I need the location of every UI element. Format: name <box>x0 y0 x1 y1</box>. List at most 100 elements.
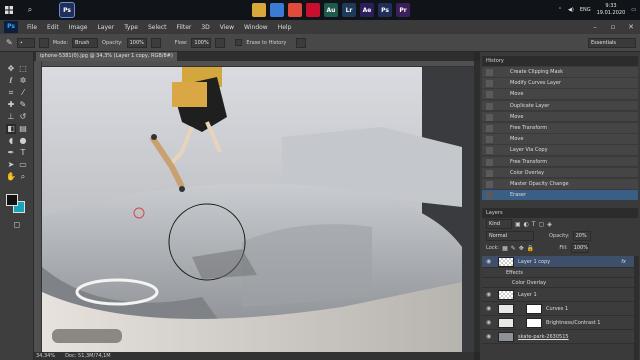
menu-file[interactable]: File <box>22 24 42 31</box>
shape-tool-icon[interactable]: ▭ <box>18 160 28 170</box>
history-item[interactable]: Master Opacity Change <box>482 179 638 190</box>
layer-effects-badge[interactable]: fx <box>621 259 626 265</box>
layer-thumbnail[interactable] <box>498 332 514 342</box>
brush-size-picker[interactable]: ∙ <box>16 37 35 48</box>
taskbar-app-opera-icon[interactable] <box>306 3 320 17</box>
layer-mask-thumbnail[interactable] <box>526 318 542 328</box>
history-item[interactable]: Move <box>482 134 638 145</box>
taskbar-app-ps2-icon[interactable]: Ps <box>378 3 392 17</box>
pen-tool-icon[interactable]: ✒ <box>6 148 16 158</box>
opacity-input[interactable]: 100% <box>126 37 147 48</box>
quick-mask-icon[interactable]: ◻ <box>12 220 22 230</box>
taskbar-app-aftereffects-icon[interactable]: Ae <box>360 3 374 17</box>
filter-pixel-icon[interactable]: ▣ <box>515 221 521 228</box>
layer-opacity-input[interactable]: 20% <box>572 231 591 241</box>
crop-tool-icon[interactable]: ⌗ <box>6 88 16 98</box>
menu-help[interactable]: Help <box>273 24 297 31</box>
flow-input[interactable]: 100% <box>191 37 212 48</box>
layer-thumbnail[interactable] <box>498 290 514 300</box>
eraser-tool-icon[interactable]: ◧ <box>6 124 16 134</box>
menu-view[interactable]: View <box>215 24 239 31</box>
layer-row[interactable]: ◉ Layer 1 copy fx <box>482 256 634 268</box>
history-brush-source-icon[interactable] <box>486 69 493 76</box>
dodge-tool-icon[interactable]: ● <box>18 136 28 146</box>
taskbar-app-explorer-icon[interactable] <box>270 3 284 17</box>
history-item[interactable]: Color Overlay <box>482 167 638 179</box>
layer-row[interactable]: ◉ skate-park-2630515 <box>482 330 634 344</box>
menu-type[interactable]: Type <box>119 24 143 31</box>
taskbar-app-lightroom-icon[interactable]: Lr <box>342 3 356 17</box>
history-brush-tool-icon[interactable]: ↺ <box>18 112 28 122</box>
clock[interactable]: 9:33 19.01.2020 <box>597 3 626 17</box>
history-item[interactable]: Duplicate Layer <box>482 100 638 112</box>
notification-icon[interactable]: ▭ <box>631 7 636 13</box>
menu-image[interactable]: Image <box>64 24 93 31</box>
layer-visibility-eye-icon[interactable]: ◉ <box>486 333 491 340</box>
menu-select[interactable]: Select <box>143 24 172 31</box>
history-brush-source-icon[interactable] <box>486 113 493 121</box>
lasso-tool-icon[interactable]: ℓ <box>6 76 16 86</box>
layer-filter-select[interactable]: Kind <box>486 219 512 229</box>
zoom-tool-icon[interactable]: ⌕ <box>18 172 28 182</box>
filter-type-icon[interactable]: T <box>532 221 536 228</box>
layer-thumbnail[interactable] <box>498 304 514 314</box>
quick-select-tool-icon[interactable]: ✲ <box>18 76 28 86</box>
foreground-color-swatch[interactable] <box>6 194 18 206</box>
history-item[interactable]: Layer Via Copy <box>482 145 638 157</box>
history-item[interactable]: Create Clipping Mask <box>482 67 638 78</box>
lock-paint-icon[interactable]: ✎ <box>511 245 516 252</box>
workspace-select[interactable]: Essentials <box>588 37 636 48</box>
history-brush-source-icon[interactable] <box>486 80 493 88</box>
document-tab[interactable]: iphone-5381(0).jpg @ 34,3% (Layer 1 copy… <box>36 52 177 61</box>
layer-mask-thumbnail[interactable] <box>526 304 542 314</box>
lock-move-icon[interactable]: ✥ <box>519 245 524 252</box>
path-select-tool-icon[interactable]: ➤ <box>6 160 16 170</box>
layer-row[interactable]: ◉ Curves 1 <box>482 302 634 316</box>
history-item[interactable]: Move <box>482 89 638 101</box>
history-brush-source-icon[interactable] <box>486 147 493 155</box>
blur-tool-icon[interactable]: ◖ <box>6 136 16 146</box>
layer-row[interactable]: Color Overlay <box>482 278 634 288</box>
taskbar-app-ps-icon[interactable]: Ps <box>59 2 75 18</box>
layer-thumbnail[interactable] <box>498 318 514 328</box>
vertical-ruler[interactable] <box>34 61 42 353</box>
mode-select[interactable]: Brush <box>72 37 99 48</box>
blend-mode-select[interactable]: Normal <box>486 231 534 241</box>
layer-visibility-eye-icon[interactable]: ◉ <box>486 291 491 298</box>
fill-input[interactable]: 100% <box>570 243 589 253</box>
pressure-opacity-button[interactable] <box>150 37 161 48</box>
taskbar-app-folder-icon[interactable] <box>252 3 266 17</box>
taskbar-app-premiere-icon[interactable]: Pr <box>396 3 410 17</box>
layer-row[interactable]: ◉ Layer 1 <box>482 288 634 302</box>
brush-panel-button[interactable] <box>38 37 49 48</box>
layer-thumbnail[interactable] <box>498 257 514 267</box>
filter-adjust-icon[interactable]: ◐ <box>524 221 529 228</box>
brush-tool-icon[interactable]: ✎ <box>18 100 28 110</box>
menu-layer[interactable]: Layer <box>92 24 119 31</box>
history-brush-source-icon[interactable] <box>486 91 493 99</box>
menu-window[interactable]: Window <box>239 24 273 31</box>
history-item[interactable]: Free Transform <box>482 123 638 134</box>
minimize-button[interactable]: – <box>586 20 604 34</box>
history-brush-source-icon[interactable] <box>486 192 493 200</box>
menu-edit[interactable]: Edit <box>42 24 64 31</box>
history-brush-source-icon[interactable] <box>486 136 493 144</box>
menu-filter[interactable]: Filter <box>172 24 197 31</box>
history-brush-source-icon[interactable] <box>486 181 493 188</box>
history-item[interactable]: Modify Curves Layer <box>482 78 638 89</box>
erase-history-checkbox[interactable] <box>235 39 243 46</box>
history-brush-source-icon[interactable] <box>486 125 493 132</box>
layer-visibility-eye-icon[interactable]: ◉ <box>486 305 491 312</box>
document-canvas[interactable] <box>42 67 474 353</box>
marquee-tool-icon[interactable]: ⬚ <box>18 64 28 74</box>
close-button[interactable]: ✕ <box>622 20 640 34</box>
tray-up-icon[interactable]: ⌃ <box>558 7 562 13</box>
search-button[interactable]: ⌕ <box>18 5 42 15</box>
language-indicator[interactable]: ENG <box>580 7 591 13</box>
move-tool-icon[interactable]: ✥ <box>6 64 16 74</box>
taskbar-app-audition-icon[interactable]: Au <box>324 3 338 17</box>
history-brush-source-icon[interactable] <box>486 102 493 110</box>
pressure-size-button[interactable] <box>296 37 307 48</box>
eyedropper-tool-icon[interactable]: ⁄ <box>18 88 28 98</box>
gradient-tool-icon[interactable]: ▤ <box>18 124 28 134</box>
